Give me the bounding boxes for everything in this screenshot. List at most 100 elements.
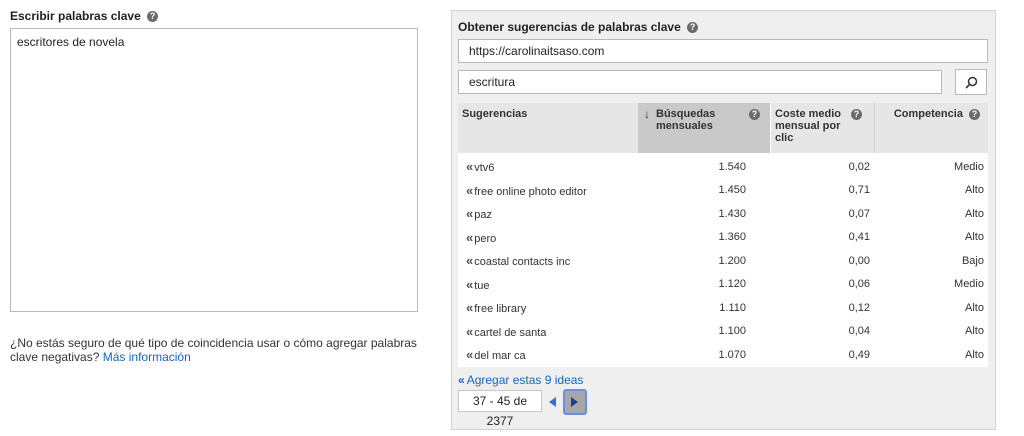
cpc-value: 0,00 [848,254,870,267]
cpc-value: 0,71 [848,184,870,197]
help-icon[interactable]: ? [749,109,760,120]
suggestions-title-text: Obtener sugerencias de palabras clave [458,20,681,34]
suggestions-table: Sugerencias ↓ Búsquedas mensuales ? Cost… [458,103,988,367]
suggestion-term: vtv6 [474,162,495,175]
table-row: «paz 1.430 0,07 Alto [458,202,988,226]
table-row: «del mar ca 1.070 0,49 Alto [458,343,988,367]
add-all-ideas-link[interactable]: «Agregar estas 9 ideas [458,373,583,387]
next-arrow-icon [571,397,578,407]
table-row: «pero 1.360 0,41 Alto [458,226,988,250]
suggestions-title: Obtener sugerencias de palabras clave ? [458,20,699,34]
suggestion-term: del mar ca [474,350,526,363]
column-header-label: Sugerencias [462,108,528,120]
url-input-value: https://carolinaitsaso.com [469,44,605,58]
suggestion-cell: «cartel de santa [458,324,638,339]
add-chevron-icon[interactable]: « [466,253,473,268]
competition-value: Alto [965,184,984,197]
suggestion-cell: «pero [458,230,638,245]
add-all-ideas-label: Agregar estas 9 ideas [466,373,584,387]
add-chevron-icon[interactable]: « [466,347,473,362]
suggestion-cell: «free online photo editor [458,183,638,198]
add-chevron-icon[interactable]: « [466,277,473,292]
column-header-label: Búsquedas mensuales [656,108,716,132]
column-header-label: Competencia [893,108,963,120]
competition-value: Alto [965,348,984,361]
searches-value: 1.200 [718,254,746,267]
searches-value: 1.450 [718,184,746,197]
table-header: Sugerencias ↓ Búsquedas mensuales ? Cost… [458,103,988,153]
cpc-value: 0,06 [848,278,870,291]
cpc-value: 0,12 [848,301,870,314]
help-icon[interactable]: ? [851,109,862,120]
sort-down-arrow-icon: ↓ [644,107,650,121]
competition-value: Alto [965,207,984,220]
table-body: «vtv6 1.540 0,02 Medio «free online phot… [458,153,988,367]
table-row: «cartel de santa 1.100 0,04 Alto [458,320,988,344]
suggestion-term: cartel de santa [474,326,547,339]
keywords-textarea-value: escritores de novela [17,35,125,49]
searches-value: 1.110 [719,301,746,314]
prev-page-button[interactable] [545,392,561,412]
add-chevron-icon[interactable]: « [466,206,473,221]
table-row: «free library 1.110 0,12 Alto [458,296,988,320]
keyword-input[interactable]: escritura [458,70,942,94]
add-chevron-icon[interactable]: « [466,300,473,315]
help-icon[interactable]: ? [147,11,159,23]
column-header-suggestions[interactable]: Sugerencias [458,103,638,153]
searches-value: 1.100 [718,325,746,338]
add-chevron-icon[interactable]: « [466,230,473,245]
suggestion-term: tue [474,279,490,292]
suggestion-term: coastal contacts inc [474,256,571,269]
cpc-value: 0,07 [848,207,870,220]
column-header-cpc[interactable]: Coste medio mensual por clic ? [770,103,874,153]
searches-value: 1.360 [718,231,746,244]
help-icon[interactable]: ? [687,22,699,34]
cpc-value: 0,49 [848,348,870,361]
keywords-textarea[interactable]: escritores de novela [10,28,418,312]
add-chevron-icon[interactable]: « [466,183,473,198]
suggestion-cell: «vtv6 [458,159,638,174]
suggestion-term: free library [474,303,527,316]
keywords-title: Escribir palabras clave ? [10,9,159,23]
suggestion-cell: «del mar ca [458,347,638,362]
competition-value: Medio [954,278,984,291]
searches-value: 1.070 [718,348,746,361]
cpc-value: 0,04 [848,325,870,338]
suggestion-term: pero [474,232,497,245]
pagination-range: 37 - 45 de 2377 [458,390,542,428]
column-header-searches[interactable]: ↓ Búsquedas mensuales ? [638,103,770,153]
column-header-competition[interactable]: Competencia ? [874,103,988,153]
more-info-link[interactable]: Más información [103,350,191,364]
competition-value: Alto [965,301,984,314]
search-icon [965,76,977,88]
table-row: «vtv6 1.540 0,02 Medio [458,155,988,179]
competition-value: Bajo [961,254,984,267]
next-page-button[interactable] [563,389,587,415]
keyword-input-value: escritura [469,75,516,89]
add-chevron-icon[interactable]: « [466,324,473,339]
suggestion-cell: «free library [458,300,638,315]
column-header-label: Coste medio mensual por clic [775,108,842,144]
prev-arrow-icon [549,397,556,407]
competition-value: Medio [954,160,984,173]
match-type-help: ¿No estás seguro de qué tipo de coincide… [10,336,430,364]
match-type-help-text: ¿No estás seguro de qué tipo de coincide… [10,336,417,364]
table-row: «tue 1.120 0,06 Medio [458,273,988,297]
keyword-suggestions-panel: Obtener sugerencias de palabras clave ? … [451,10,996,430]
suggestion-cell: «paz [458,206,638,221]
help-icon[interactable]: ? [969,108,980,120]
searches-value: 1.120 [718,278,746,291]
search-button[interactable] [955,69,987,95]
competition-value: Alto [965,325,984,338]
url-input[interactable]: https://carolinaitsaso.com [458,39,988,63]
cpc-value: 0,02 [848,160,870,173]
suggestion-term: free online photo editor [474,185,587,198]
cpc-value: 0,41 [848,231,870,244]
competition-value: Alto [965,231,984,244]
searches-value: 1.430 [718,207,746,220]
table-row: «free online photo editor 1.450 0,71 Alt… [458,179,988,203]
table-row: «coastal contacts inc 1.200 0,00 Bajo [458,249,988,273]
suggestion-cell: «tue [458,277,638,292]
suggestion-cell: «coastal contacts inc [458,253,638,268]
add-chevron-icon[interactable]: « [466,159,473,174]
